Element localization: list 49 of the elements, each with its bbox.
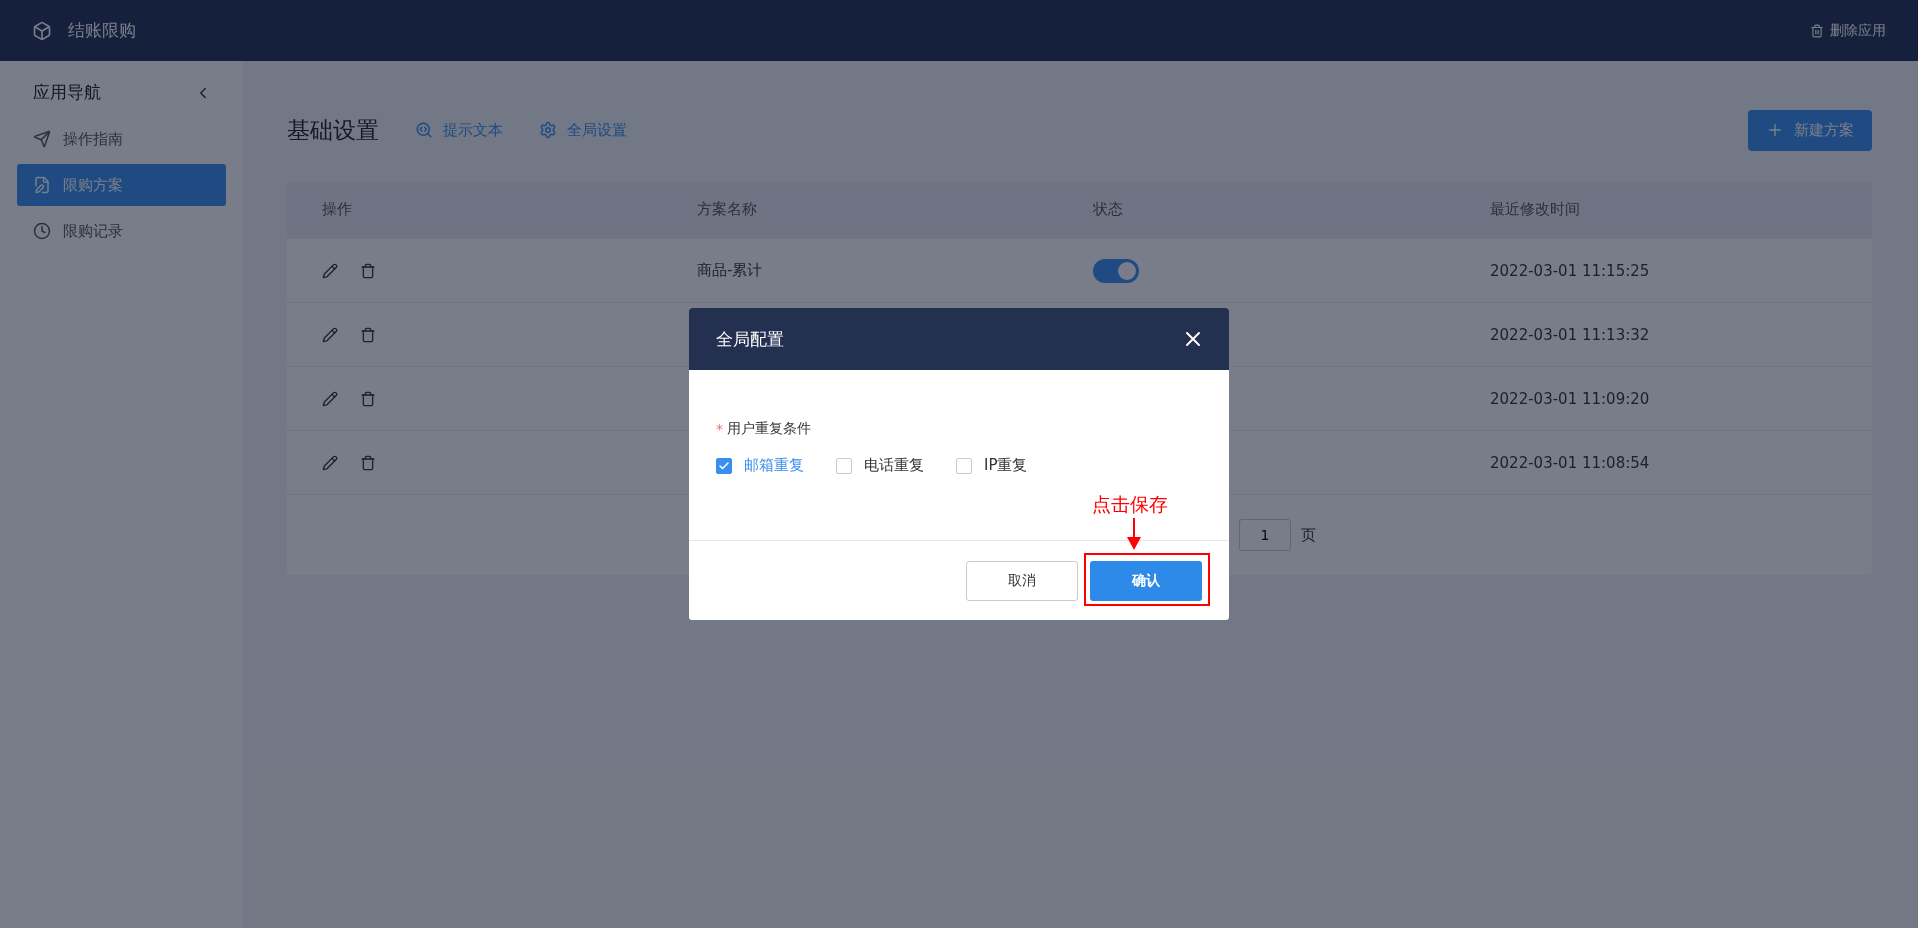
delete-icon[interactable]	[360, 326, 376, 343]
check-icon	[718, 459, 730, 472]
app-title: 结账限购	[68, 19, 136, 42]
sidebar-item[interactable]: 限购方案	[17, 164, 226, 206]
sidebar-item[interactable]: 限购记录	[17, 210, 226, 252]
edit-icon[interactable]	[322, 262, 338, 279]
header-link[interactable]: 全局设置	[539, 120, 627, 140]
edit-icon[interactable]	[322, 390, 338, 407]
option-checkbox[interactable]: 电话重复	[836, 456, 924, 475]
dialog-title: 全局配置	[716, 327, 784, 351]
page-title: 基础设置	[287, 115, 379, 145]
page-suffix: 页	[1301, 525, 1316, 545]
required-mark: *	[716, 421, 723, 437]
page-input[interactable]: 1	[1239, 519, 1291, 551]
edit-icon[interactable]	[322, 454, 338, 471]
field-label: 用户重复条件	[727, 420, 811, 438]
header-link[interactable]: 提示文本	[415, 120, 503, 140]
delete-app-link[interactable]: 删除应用	[1810, 21, 1886, 40]
table-cell-text: 2022-03-01 11:13:32	[1490, 325, 1651, 344]
table-cell-text: 2022-03-01 11:08:54	[1490, 453, 1651, 472]
column-header: 最近修改时间	[1490, 200, 1581, 219]
delete-icon[interactable]	[360, 454, 376, 471]
guide-icon	[33, 130, 51, 148]
edit-icon[interactable]	[322, 326, 338, 343]
cube-icon	[32, 20, 52, 41]
sidebar-item[interactable]: 操作指南	[17, 118, 226, 160]
delete-icon[interactable]	[360, 262, 376, 279]
sidebar-heading: 应用导航	[33, 81, 101, 104]
settings-icon	[539, 121, 557, 139]
column-header: 状态	[1093, 200, 1124, 219]
status-toggle[interactable]	[1093, 258, 1139, 283]
delete-icon[interactable]	[360, 390, 376, 407]
table-cell-text: 2022-03-01 11:15:25	[1490, 261, 1651, 280]
cancel-button[interactable]: 取消	[966, 560, 1078, 601]
plan-icon	[33, 176, 51, 194]
column-header: 操作	[322, 200, 353, 219]
confirm-button[interactable]: 确认	[1090, 560, 1202, 601]
option-checkbox[interactable]: 邮箱重复	[716, 456, 804, 475]
search-icon	[415, 121, 433, 139]
new-plan-button[interactable]: 新建方案	[1748, 109, 1872, 151]
annotation-text: 点击保存	[1092, 492, 1168, 517]
option-checkbox[interactable]: IP重复	[956, 456, 1028, 475]
table-cell-text: 2022-03-01 11:09:20	[1490, 389, 1651, 408]
annotation-arrow	[1127, 518, 1141, 550]
record-icon	[33, 222, 51, 240]
table-cell: 商品-累计	[697, 261, 763, 279]
trash-icon	[1810, 23, 1824, 38]
column-header: 方案名称	[697, 200, 758, 219]
plus-icon	[1766, 121, 1784, 139]
